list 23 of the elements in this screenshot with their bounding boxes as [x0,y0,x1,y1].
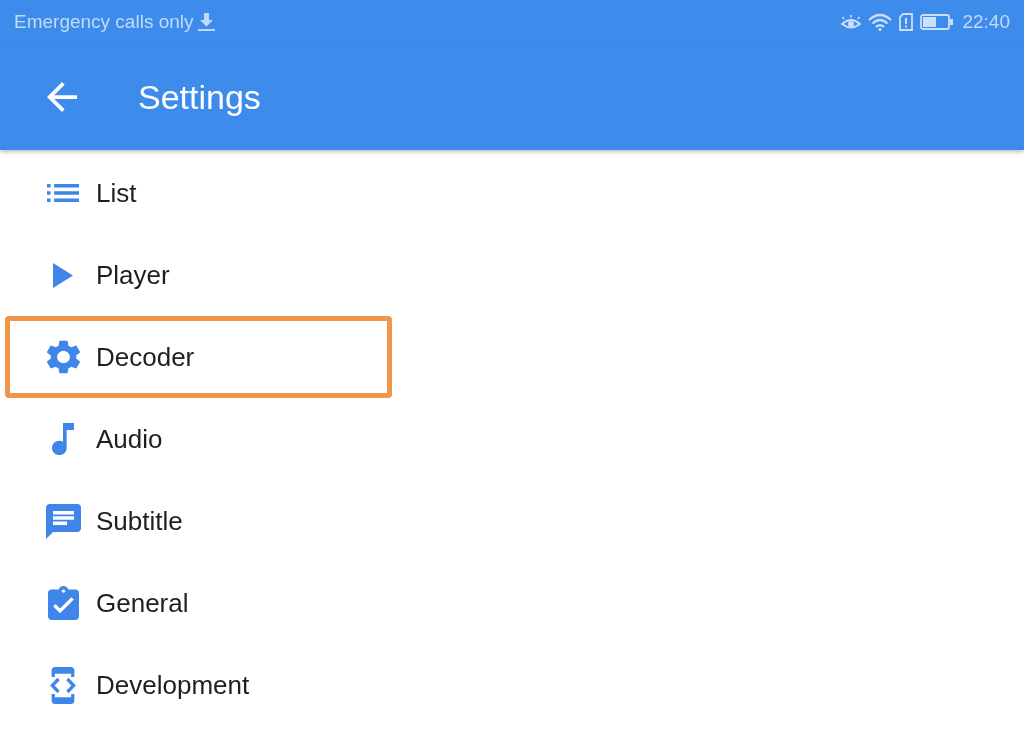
clock-time: 22:40 [962,11,1010,33]
settings-item[interactable]: Subtitle [5,480,392,562]
clipboard-check-icon [47,586,79,620]
wifi-icon [868,13,893,31]
settings-item[interactable]: List [5,152,392,234]
settings-item[interactable]: Decoder [5,316,392,398]
screen-title: Settings [138,77,261,117]
settings-item[interactable]: Audio [5,398,392,480]
chat-bubble-icon [45,503,81,539]
eye-icon [841,14,862,30]
list-icon [47,184,79,202]
settings-item[interactable]: General [5,562,392,644]
music-note-icon [52,423,74,455]
sim-alert-icon [899,13,914,31]
code-phone-icon [50,666,76,704]
settings-item[interactable]: Development [5,644,392,726]
back-arrow-icon[interactable] [47,82,77,112]
gear-icon [46,340,80,374]
play-icon [53,262,73,288]
settings-item[interactable]: Player [5,234,392,316]
carrier-text: Emergency calls only [14,11,194,33]
battery-icon [920,14,954,30]
download-icon [197,13,215,31]
